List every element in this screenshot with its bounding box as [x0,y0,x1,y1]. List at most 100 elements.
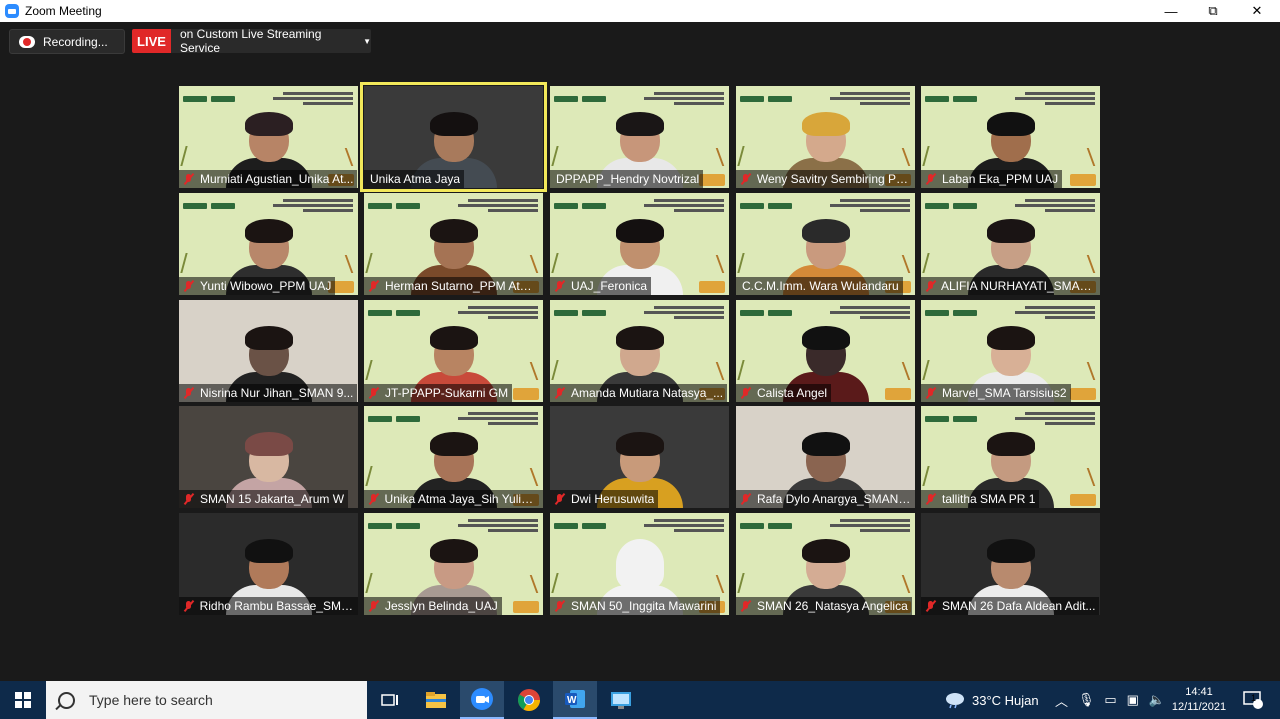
word-button[interactable]: W [553,681,597,719]
participant-tile[interactable]: Laban Eka_PPM UAJ [921,86,1100,188]
participant-name-bar: SMAN 26_Natasya Angelica [736,597,912,615]
live-badge: LIVE [132,29,171,53]
restore-button[interactable]: ⧉ [1190,0,1236,22]
plant-decoration [885,362,911,380]
file-explorer-icon [426,692,446,708]
participant-name: Weny Savitry Sembiring Pa... [756,172,911,186]
webinar-banner [458,197,538,213]
plant-decoration [737,573,763,593]
participant-name: ALIFIA NURHAYATI_SMAN 1... [940,279,1096,293]
participant-name-bar: Dwi Herusuwita [550,490,659,508]
participant-tile[interactable]: Unika Atma Jaya [360,82,547,192]
plant-decoration [699,255,725,273]
battery-icon[interactable]: ▭ [1104,692,1116,708]
mic-muted-icon [924,387,938,399]
participant-tile[interactable]: Amanda Mutiara Natasya_... [550,300,729,402]
participant-tile[interactable]: Weny Savitry Sembiring Pa... [736,86,915,188]
start-button[interactable] [0,681,46,719]
participant-tile[interactable]: ALIFIA NURHAYATI_SMAN 1... [921,193,1100,295]
participant-name: Unika Atma Jaya_Sih Yulian... [384,492,539,506]
participant-name: Jesslyn Belinda_UAJ [385,599,498,613]
participant-tile[interactable]: Unika Atma Jaya_Sih Yulian... [364,406,543,508]
zoom-taskbar-button[interactable] [460,681,504,719]
participant-name: Murniati Agustian_Unika At... [200,172,354,186]
participant-tile[interactable]: Dwi Herusuwita [550,406,729,508]
participant-tile[interactable]: Yunti Wibowo_PPM UAJ [179,193,358,295]
webinar-banner [1015,410,1095,426]
webinar-banner [273,197,353,213]
volume-icon[interactable]: 🔈 [1149,692,1165,708]
participant-tile[interactable]: Marvel_SMA Tarsisius2 [921,300,1100,402]
participant-name-bar: SMAN 50_Inggita Mawarini [550,597,721,615]
participant-name: Marvel_SMA Tarsisius2 [942,386,1067,400]
cloud-record-icon [19,35,35,48]
microphone-icon[interactable]: 🎙 [1078,692,1095,708]
participant-tile[interactable]: Calista Angel [736,300,915,402]
participant-tile[interactable]: Herman Sutarno_PPM Atm... [364,193,543,295]
participant-tile[interactable]: DPPAPP_Hendry Novtrizal [550,86,729,188]
remote-desktop-icon [611,692,631,709]
participant-name-bar: Jesslyn Belinda_UAJ [364,597,502,615]
mic-muted-icon [739,387,753,399]
webinar-banner [458,517,538,533]
participant-tile[interactable]: SMAN 26 Dafa Aldean Adit... [921,513,1100,615]
mic-muted-icon [553,280,567,292]
participant-tile[interactable]: SMAN 50_Inggita Mawarini [550,513,729,615]
remote-desktop-button[interactable] [599,681,643,719]
participant-tile[interactable]: Jesslyn Belinda_UAJ [364,513,543,615]
participant-tile[interactable]: Ridho Rambu Bassae_SMA... [179,513,358,615]
webinar-banner [1015,304,1095,320]
window-title: Zoom Meeting [25,4,102,18]
participant-tile[interactable]: C.C.M.Imm. Wara Wulandaru [736,193,915,295]
participant-name-bar: tallitha SMA PR 1 [921,490,1040,508]
participant-name: Yunti Wibowo_PPM UAJ [200,279,332,293]
participant-tile[interactable]: Rafa Dylo Anargya_SMAN ... [736,406,915,508]
participant-name-bar: Yunti Wibowo_PPM UAJ [179,277,336,295]
webinar-banner [458,410,538,426]
participant-name-bar: DPPAPP_Hendry Novtrizal [550,170,704,188]
participant-name: Amanda Mutiara Natasya_... [571,386,724,400]
participant-tile[interactable]: UAJ_Feronica [550,193,729,295]
participant-tile[interactable]: SMAN 26_Natasya Angelica [736,513,915,615]
webinar-logo [925,303,985,316]
plant-decoration [1070,255,1096,273]
book-decoration [513,601,539,613]
webinar-logo [925,409,985,422]
plant-decoration [551,573,577,593]
mic-muted-icon [739,173,753,185]
recording-label: Recording... [43,34,108,49]
chevron-up-icon[interactable]: ︿ [1055,691,1068,710]
weather-widget[interactable]: 33°C Hujan [944,681,1039,719]
plant-decoration [328,255,354,273]
participant-tile[interactable]: Murniati Agustian_Unika At... [179,86,358,188]
webinar-logo [554,303,614,316]
participant-name: Nisrina Nur Jihan_SMAN 9... [200,386,354,400]
clock[interactable]: 14:41 12/11/2021 [1168,681,1230,719]
chrome-button[interactable] [507,681,551,719]
mic-muted-icon [182,600,196,612]
close-button[interactable]: ✕ [1234,0,1280,22]
participant-tile[interactable]: tallitha SMA PR 1 [921,406,1100,508]
recording-button[interactable]: Recording... [9,29,125,54]
mic-muted-icon [924,493,938,505]
plant-decoration [328,148,354,166]
webinar-logo [554,516,614,529]
plant-decoration [885,575,911,593]
webinar-logo [740,516,800,529]
task-view-button[interactable] [368,681,412,719]
network-icon[interactable]: ▣ [1127,692,1139,708]
plant-decoration [365,360,391,380]
participant-tile[interactable]: SMAN 15 Jakarta_Arum W [179,406,358,508]
taskbar-search-box[interactable]: Type here to search [46,681,367,719]
participant-tile[interactable]: JT-PPAPP-Sukarni GM [364,300,543,402]
participant-name-bar: Weny Savitry Sembiring Pa... [736,170,915,188]
participant-name: Dwi Herusuwita [571,492,655,506]
minimize-button[interactable]: — [1148,0,1194,22]
stream-service-dropdown[interactable]: on Custom Live Streaming Service ▼ [171,27,371,55]
participant-name: tallitha SMA PR 1 [942,492,1036,506]
participant-tile[interactable]: Nisrina Nur Jihan_SMAN 9... [179,300,358,402]
file-explorer-button[interactable] [414,681,458,719]
participant-name-bar: Calista Angel [736,384,832,402]
notification-center-button[interactable]: 1 [1238,681,1268,719]
participant-name: SMAN 26_Natasya Angelica [757,599,908,613]
